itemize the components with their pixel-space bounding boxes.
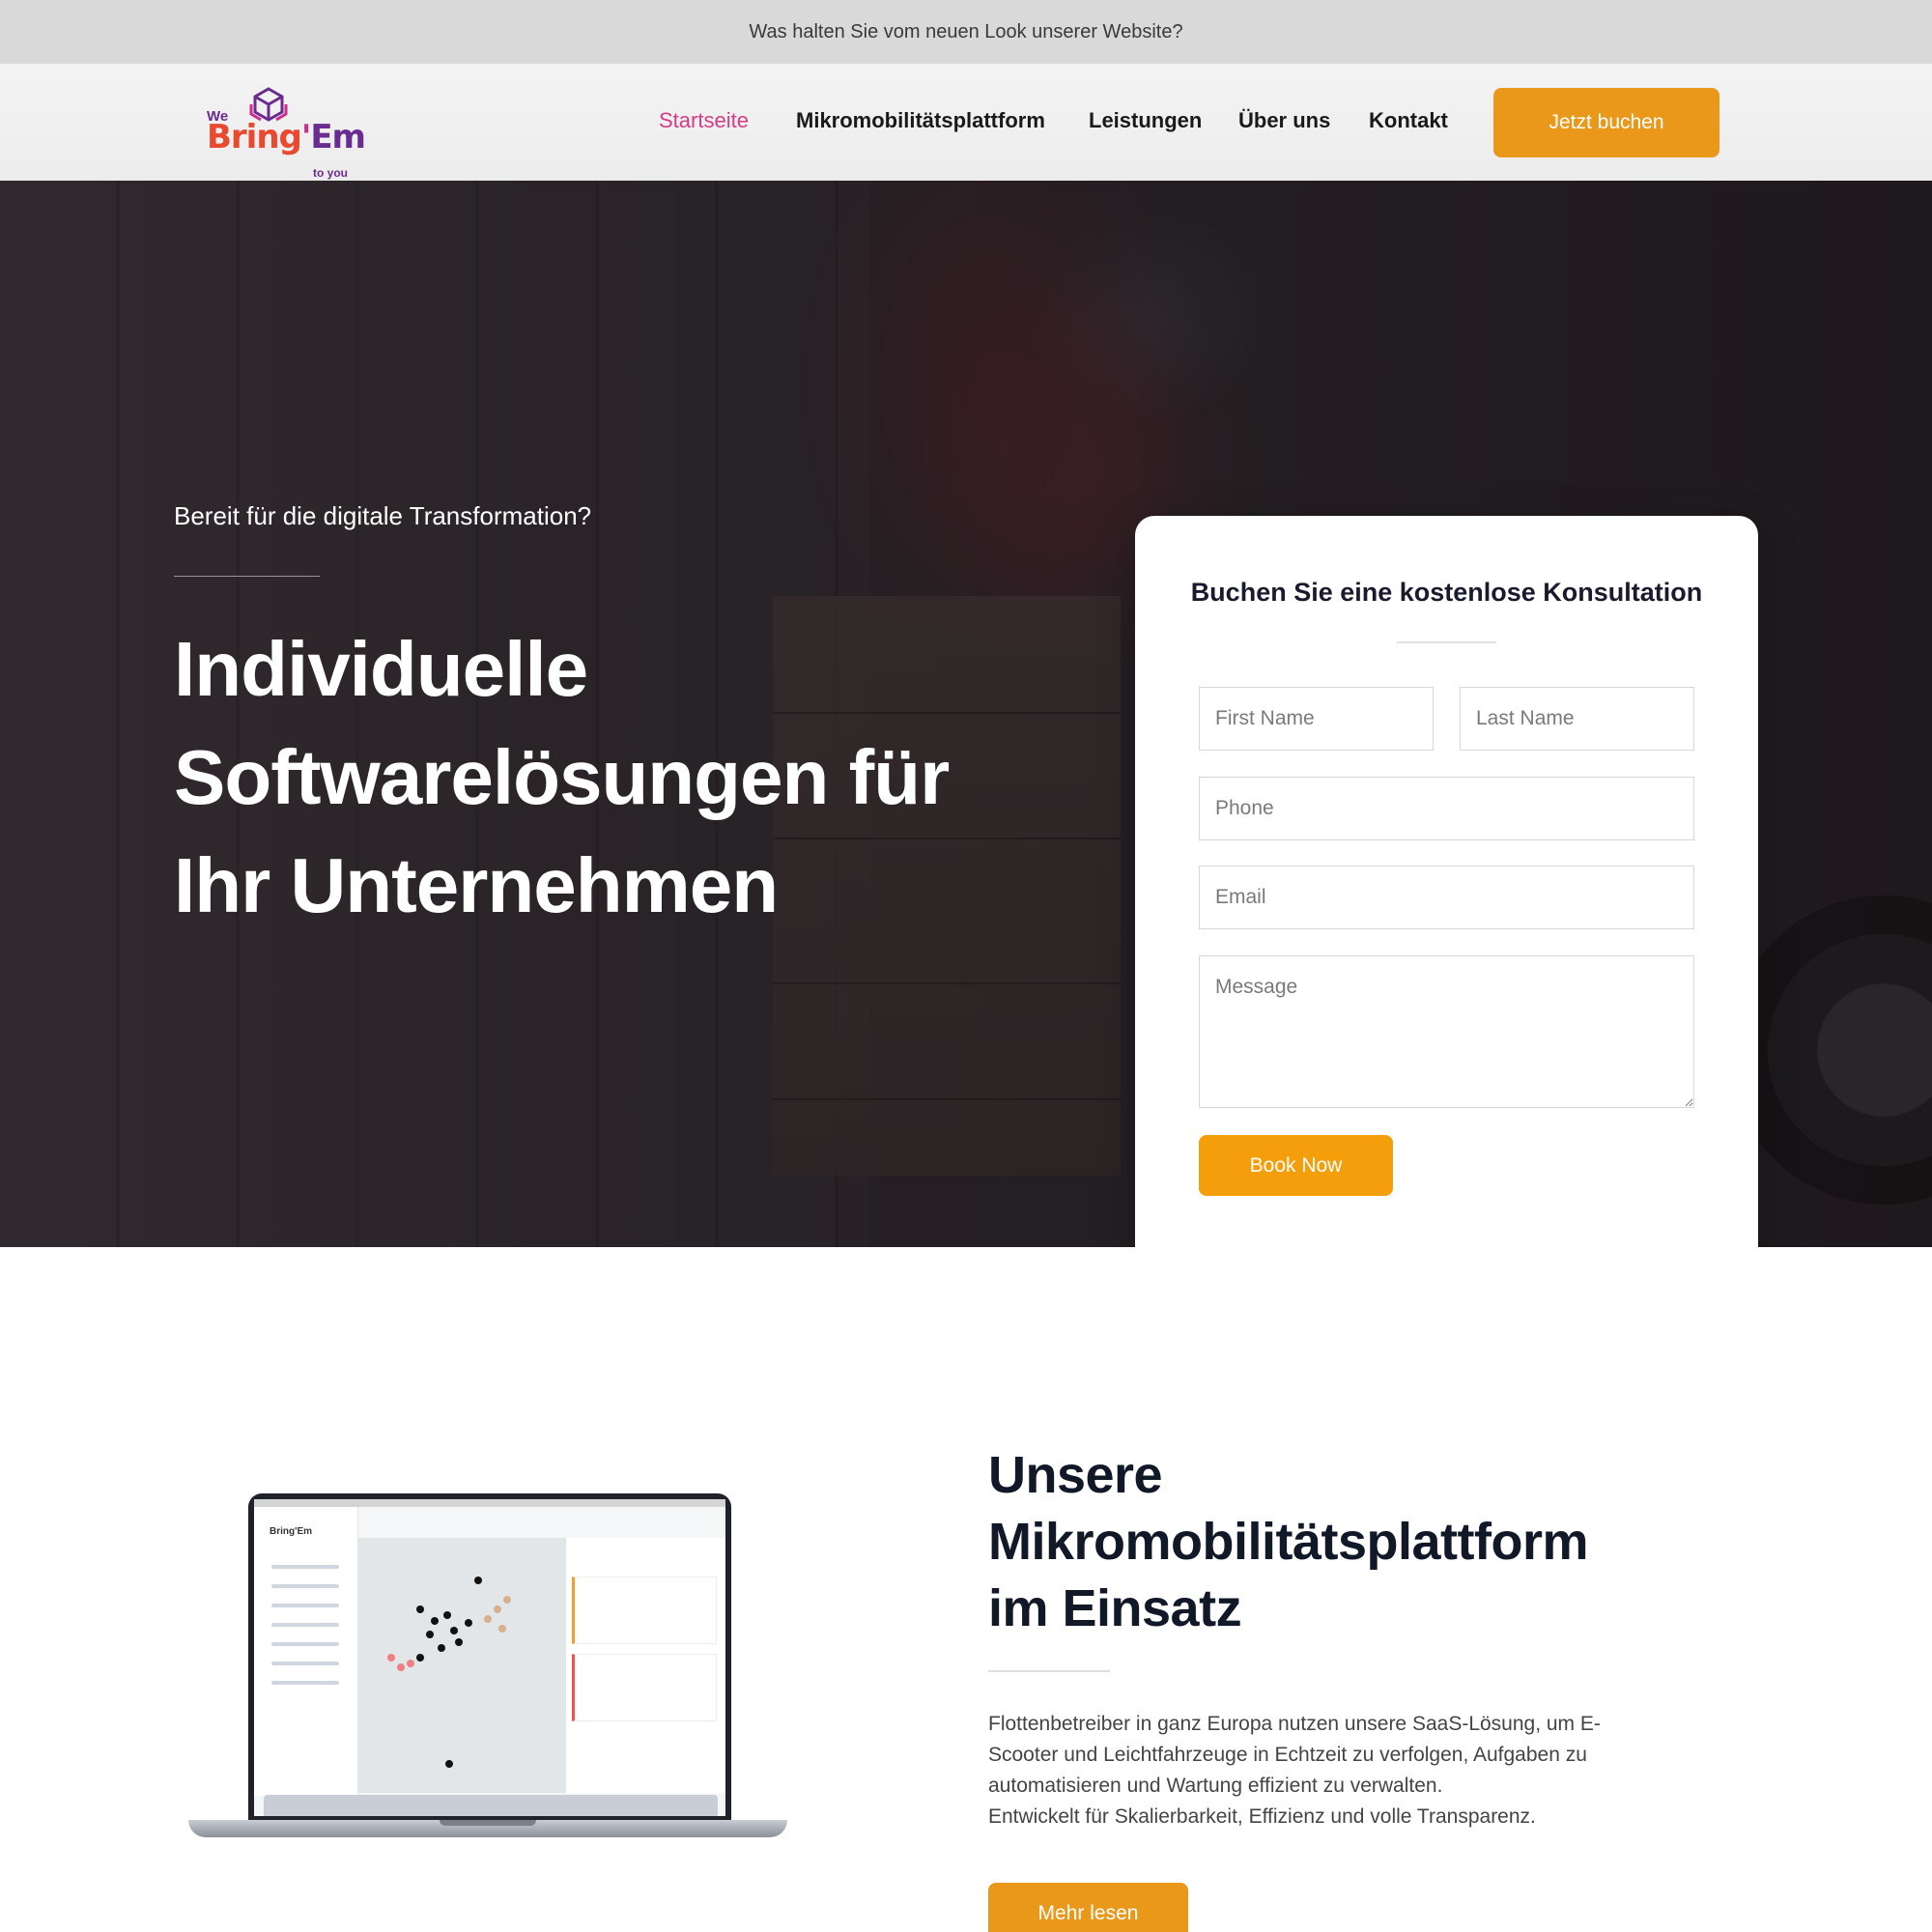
laptop-dashboard-image: Bring'Em [188, 1493, 787, 1841]
platform-title: Unsere Mikromobilitätsplattform im Einsa… [988, 1442, 1664, 1642]
phone-field[interactable] [1199, 777, 1694, 840]
platform-description-line-2: Scooter und Leichtfahrzeuge in Echtzeit … [988, 1744, 1587, 1766]
logo-to-you: to you [313, 166, 348, 180]
platform-title-line-2: Mikromobilitätsplattform [988, 1513, 1589, 1571]
platform-title-line-1: Unsere [988, 1446, 1163, 1504]
email-field[interactable] [1199, 866, 1694, 929]
logo-wordmark: Bring'Em [207, 118, 366, 156]
read-more-button[interactable]: Mehr lesen [988, 1883, 1188, 1932]
feedback-banner-text[interactable]: Was halten Sie vom neuen Look unserer We… [749, 21, 1182, 43]
platform-section: Bring'Em Unsere Mikromobilitätsplattform… [0, 1247, 1932, 1932]
message-field[interactable] [1199, 955, 1694, 1108]
nav-item-ueber-uns[interactable]: Über uns [1238, 108, 1330, 133]
hero-title-line-1: Individuelle [174, 626, 588, 712]
platform-description-line-3: automatisieren und Wartung effizient zu … [988, 1775, 1443, 1797]
hero-title-line-2: Softwarelösungen für [174, 734, 950, 820]
hero-section: Bereit für die digitale Transformation? … [0, 181, 1932, 1247]
book-now-header-button[interactable]: Jetzt buchen [1493, 88, 1719, 157]
hero-title: Individuelle Softwarelösungen für Ihr Un… [174, 615, 1005, 940]
hero-kicker: Bereit für die digitale Transformation? [174, 501, 592, 530]
nav-item-kontakt[interactable]: Kontakt [1369, 108, 1448, 133]
nav-item-mikromobilitaetsplattform[interactable]: Mikromobilitätsplattform [796, 108, 1045, 133]
site-logo[interactable]: We Bring'Em to you [205, 85, 366, 180]
feedback-banner[interactable]: Was halten Sie vom neuen Look unserer We… [0, 0, 1932, 64]
nav-item-leistungen[interactable]: Leistungen [1089, 108, 1202, 133]
platform-description: Flottenbetreiber in ganz Europa nutzen u… [988, 1709, 1655, 1833]
nav-item-startseite[interactable]: Startseite [659, 108, 749, 133]
site-header: We Bring'Em to you Startseite Mikromobil… [0, 64, 1932, 181]
laptop-screen: Bring'Em [248, 1493, 731, 1822]
platform-description-line-4: Entwickelt für Skalierbarkeit, Effizienz… [988, 1805, 1536, 1828]
platform-description-line-1: Flottenbetreiber in ganz Europa nutzen u… [988, 1713, 1601, 1735]
book-now-button[interactable]: Book Now [1199, 1135, 1393, 1196]
first-name-field[interactable] [1199, 687, 1434, 751]
hero-divider [174, 576, 320, 577]
hero-title-line-3: Ihr Unternehmen [174, 842, 779, 928]
platform-divider [988, 1670, 1110, 1672]
platform-title-line-3: im Einsatz [988, 1579, 1242, 1637]
last-name-field[interactable] [1460, 687, 1694, 751]
form-title: Buchen Sie eine kostenlose Konsultation [1190, 578, 1703, 607]
consultation-form: Buchen Sie eine kostenlose Konsultation … [1135, 516, 1758, 1247]
form-divider [1397, 641, 1496, 643]
